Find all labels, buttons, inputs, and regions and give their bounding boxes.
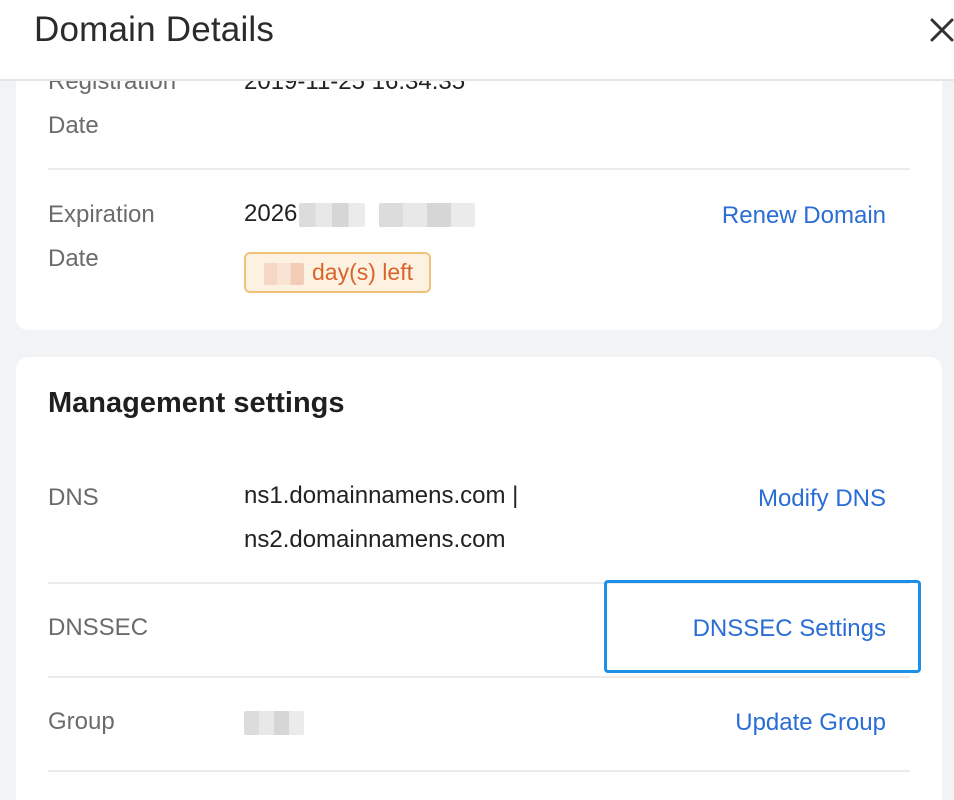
basic-info-card: Registration Date 2019-11-25 16:34:35 Ex… bbox=[16, 40, 942, 330]
dnssec-settings-link[interactable]: DNSSEC Settings bbox=[693, 607, 886, 651]
divider bbox=[48, 770, 910, 772]
modify-dns-link[interactable]: Modify DNS bbox=[758, 477, 886, 521]
close-icon[interactable] bbox=[928, 16, 954, 44]
drawer-title: Domain Details bbox=[34, 10, 275, 49]
dnssec-label: DNSSEC bbox=[48, 614, 149, 641]
management-settings-title: Management settings bbox=[48, 387, 345, 419]
days-left-badge: day(s) left bbox=[244, 252, 431, 293]
redacted-days-count bbox=[264, 262, 304, 285]
days-left-text: day(s) left bbox=[312, 259, 413, 285]
expiration-date-label: Expiration Date bbox=[48, 201, 155, 272]
redacted-date bbox=[299, 202, 366, 227]
expiration-date-prefix: 2026 bbox=[244, 200, 298, 227]
dns-value-line1: ns1.domainnamens.com | bbox=[244, 482, 519, 509]
domain-details-drawer: Domain Details Registration Date 2019-11… bbox=[0, 0, 954, 800]
drawer-header: Domain Details bbox=[0, 0, 954, 81]
divider bbox=[48, 168, 910, 170]
redacted-time bbox=[379, 202, 476, 227]
dns-value: ns1.domainnamens.com | ns2.domainnamens.… bbox=[244, 474, 518, 562]
redacted-group-name bbox=[244, 710, 304, 735]
group-value bbox=[244, 700, 304, 744]
management-settings-card: Management settings DNS ns1.domainnamens… bbox=[16, 357, 942, 800]
group-label: Group bbox=[48, 708, 115, 735]
update-group-link[interactable]: Update Group bbox=[735, 701, 886, 745]
divider bbox=[48, 676, 910, 678]
expiration-date-value: 2026 bbox=[244, 192, 476, 236]
renew-domain-link[interactable]: Renew Domain bbox=[722, 194, 886, 238]
dns-value-line2: ns2.domainnamens.com bbox=[244, 526, 506, 553]
dns-label: DNS bbox=[48, 484, 99, 511]
